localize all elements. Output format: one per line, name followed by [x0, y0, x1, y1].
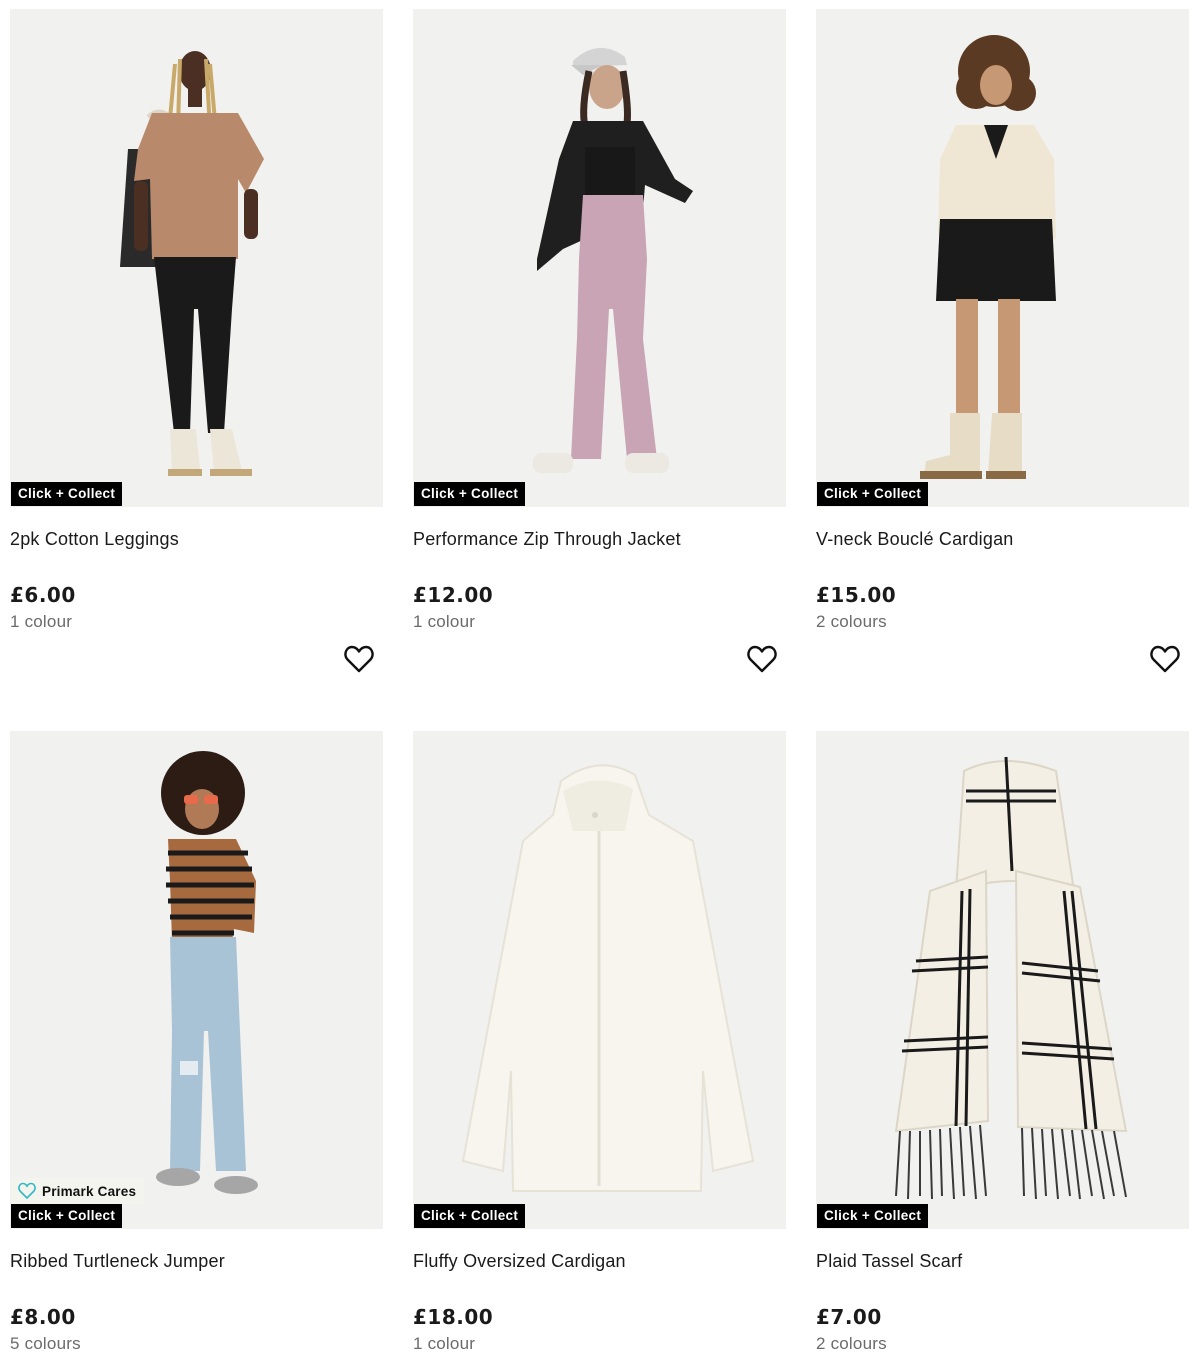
product-name[interactable]: Plaid Tassel Scarf	[816, 1250, 1189, 1272]
product-card[interactable]: Click + Collect Plaid Tassel Scarf £7.00…	[816, 731, 1189, 1354]
primark-cares-label: Primark Cares	[42, 1183, 137, 1199]
colour-count: 2 colours	[816, 1334, 887, 1353]
colour-count: 2 colours	[816, 612, 887, 631]
product-card[interactable]: Click + Collect Fluffy Oversized Cardiga…	[413, 731, 786, 1354]
product-image[interactable]: Click + Collect	[413, 731, 786, 1229]
product-price: £8.00	[10, 1305, 76, 1329]
click-collect-badge: Click + Collect	[11, 1204, 123, 1228]
product-name[interactable]: Ribbed Turtleneck Jumper	[10, 1250, 383, 1272]
wishlist-heart-icon[interactable]	[344, 645, 374, 673]
product-image[interactable]: Click + Collect	[10, 9, 383, 507]
product-price: £7.00	[816, 1305, 882, 1329]
primark-cares-badge: Primark Cares	[11, 1178, 145, 1204]
heart-outline-icon	[18, 1182, 36, 1200]
product-name[interactable]: V-neck Bouclé Cardigan	[816, 528, 1189, 550]
wishlist-heart-icon[interactable]	[1150, 645, 1180, 673]
product-image[interactable]: Click + Collect	[413, 9, 786, 507]
product-card[interactable]: Click + Collect 2pk Cotton Leggings £6.0…	[10, 9, 383, 673]
product-name[interactable]: 2pk Cotton Leggings	[10, 528, 383, 550]
colour-count: 1 colour	[413, 1334, 476, 1353]
product-price: £15.00	[816, 583, 897, 607]
product-card[interactable]: Click + Collect V-neck Bouclé Cardigan £…	[816, 9, 1189, 673]
colour-count: 1 colour	[413, 612, 476, 631]
product-image[interactable]: Click + Collect	[816, 9, 1189, 507]
product-card[interactable]: Click + Collect Performance Zip Through …	[413, 9, 786, 673]
product-price: £12.00	[413, 583, 494, 607]
click-collect-badge: Click + Collect	[817, 1204, 929, 1228]
product-image[interactable]: Primark Cares Click + Collect	[10, 731, 383, 1229]
wishlist-heart-icon[interactable]	[747, 645, 777, 673]
click-collect-badge: Click + Collect	[414, 482, 526, 506]
product-name[interactable]: Fluffy Oversized Cardigan	[413, 1250, 786, 1272]
product-card[interactable]: Primark Cares Click + Collect Ribbed Tur…	[10, 731, 383, 1354]
product-price: £18.00	[413, 1305, 494, 1329]
product-name[interactable]: Performance Zip Through Jacket	[413, 528, 786, 550]
click-collect-badge: Click + Collect	[414, 1204, 526, 1228]
colour-count: 1 colour	[10, 612, 73, 631]
click-collect-badge: Click + Collect	[11, 482, 123, 506]
product-price: £6.00	[10, 583, 76, 607]
product-grid: Click + Collect 2pk Cotton Leggings £6.0…	[0, 0, 1200, 1363]
product-image[interactable]: Click + Collect	[816, 731, 1189, 1229]
click-collect-badge: Click + Collect	[817, 482, 929, 506]
colour-count: 5 colours	[10, 1334, 81, 1353]
